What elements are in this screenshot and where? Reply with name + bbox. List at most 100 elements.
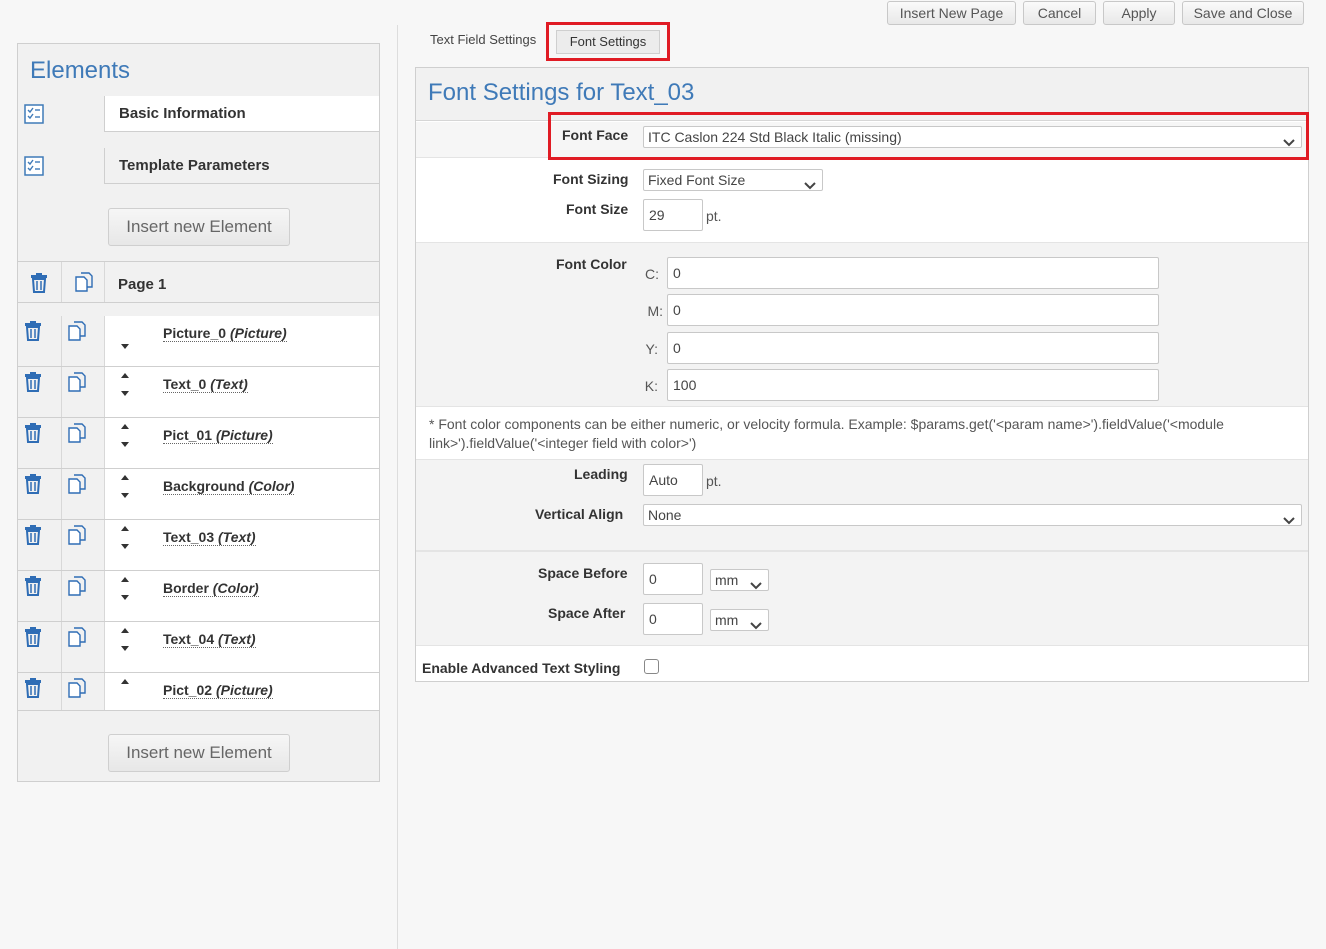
chevron-down-icon [750,615,762,635]
chevron-down-icon [804,175,816,195]
move-down-icon[interactable] [121,544,129,549]
font-color-note: * Font color components can be either nu… [429,416,1224,451]
cyan-label: C: [645,266,659,282]
vertical-align-label: Vertical Align [535,506,624,522]
element-row[interactable]: Border (Color) [18,571,379,622]
section-label: Template Parameters [119,157,270,174]
yellow-label: Y: [645,341,658,357]
copy-icon[interactable] [67,627,87,652]
trash-icon[interactable] [24,474,42,499]
trash-icon[interactable] [24,678,42,703]
element-name[interactable]: Text_04 (Text) [163,631,256,648]
trash-icon[interactable] [24,627,42,652]
move-up-icon[interactable] [121,475,129,480]
vertical-align-select[interactable]: None [643,504,1302,526]
move-up-icon[interactable] [121,577,129,582]
space-before-label: Space Before [538,565,628,581]
element-row[interactable]: Picture_0 (Picture) [18,316,379,367]
checklist-icon [24,104,44,129]
trash-icon[interactable] [24,321,42,346]
tab-text-field-settings[interactable]: Text Field Settings [430,32,536,47]
space-before-input[interactable] [643,563,703,595]
font-size-input[interactable] [643,199,703,231]
element-row[interactable]: Pict_02 (Picture) [18,673,379,711]
cyan-input[interactable] [667,257,1159,289]
space-after-label: Space After [548,605,626,621]
insert-new-page-button[interactable]: Insert New Page [887,1,1016,25]
element-name[interactable]: Picture_0 (Picture) [163,325,287,342]
move-up-icon[interactable] [121,628,129,633]
cancel-button[interactable]: Cancel [1023,1,1096,25]
font-color-label: Font Color [556,256,627,272]
move-down-icon[interactable] [121,391,129,396]
elements-panel: Elements Basic Information Template Para… [17,43,380,782]
move-up-icon[interactable] [121,424,129,429]
copy-icon[interactable] [67,525,87,550]
move-down-icon[interactable] [121,493,129,498]
element-row[interactable]: Background (Color) [18,469,379,520]
insert-element-bottom-button[interactable]: Insert new Element [108,734,290,772]
copy-icon[interactable] [67,474,87,499]
move-down-icon[interactable] [121,344,129,349]
copy-icon[interactable] [67,576,87,601]
trash-icon[interactable] [24,525,42,550]
font-face-highlight [548,112,1309,160]
leading-input[interactable] [643,464,703,496]
element-row[interactable]: Text_04 (Text) [18,622,379,673]
elements-panel-title: Elements [30,57,131,84]
move-down-icon[interactable] [121,442,129,447]
copy-icon[interactable] [67,678,87,703]
element-row[interactable]: Pict_01 (Picture) [18,418,379,469]
magenta-input[interactable] [667,294,1159,326]
element-name[interactable]: Border (Color) [163,580,259,597]
trash-icon[interactable] [24,576,42,601]
element-row[interactable]: Text_03 (Text) [18,520,379,571]
trash-icon[interactable] [24,372,42,397]
font-size-unit: pt. [706,208,722,224]
element-name[interactable]: Pict_02 (Picture) [163,682,273,699]
copy-icon[interactable] [67,372,87,397]
chevron-down-icon [750,575,762,595]
move-down-icon[interactable] [121,595,129,600]
space-before-unit-select[interactable]: mm [710,569,769,591]
font-sizing-select[interactable]: Fixed Font Size [643,169,823,191]
black-label: K: [644,378,658,394]
section-label: Basic Information [119,105,246,122]
insert-element-button[interactable]: Insert new Element [108,208,290,246]
save-and-close-button[interactable]: Save and Close [1182,1,1304,25]
section-template-parameters[interactable]: Template Parameters [18,148,379,184]
section-basic-information[interactable]: Basic Information [18,96,379,132]
page-label: Page 1 [118,276,167,293]
black-input[interactable] [667,369,1159,401]
element-row[interactable]: Text_0 (Text) [18,367,379,418]
move-up-icon[interactable] [121,679,129,684]
settings-title: Font Settings for Text_03 [428,79,695,106]
space-after-input[interactable] [643,603,703,635]
trash-icon[interactable] [24,423,42,448]
font-size-label: Font Size [566,201,629,217]
page-header: Page 1 [18,261,379,303]
trash-icon[interactable] [30,273,48,298]
yellow-input[interactable] [667,332,1159,364]
move-down-icon[interactable] [121,646,129,651]
element-name[interactable]: Text_03 (Text) [163,529,256,546]
copy-icon[interactable] [67,423,87,448]
element-name[interactable]: Background (Color) [163,478,295,495]
leading-label: Leading [574,466,628,482]
element-name[interactable]: Text_0 (Text) [163,376,248,393]
element-name[interactable]: Pict_01 (Picture) [163,427,273,444]
advanced-styling-label: Enable Advanced Text Styling [422,660,621,676]
apply-button[interactable]: Apply [1103,1,1175,25]
panel-divider [397,25,398,949]
move-up-icon[interactable] [121,373,129,378]
font-sizing-label: Font Sizing [553,171,629,187]
magenta-label: M: [647,303,663,319]
space-after-unit-select[interactable]: mm [710,609,769,631]
copy-icon[interactable] [74,272,94,297]
leading-unit: pt. [706,473,722,489]
advanced-styling-checkbox[interactable] [644,659,659,674]
copy-icon[interactable] [67,321,87,346]
move-up-icon[interactable] [121,526,129,531]
tab-highlight: Font Settings [546,22,670,61]
tab-font-settings[interactable]: Font Settings [556,30,660,54]
